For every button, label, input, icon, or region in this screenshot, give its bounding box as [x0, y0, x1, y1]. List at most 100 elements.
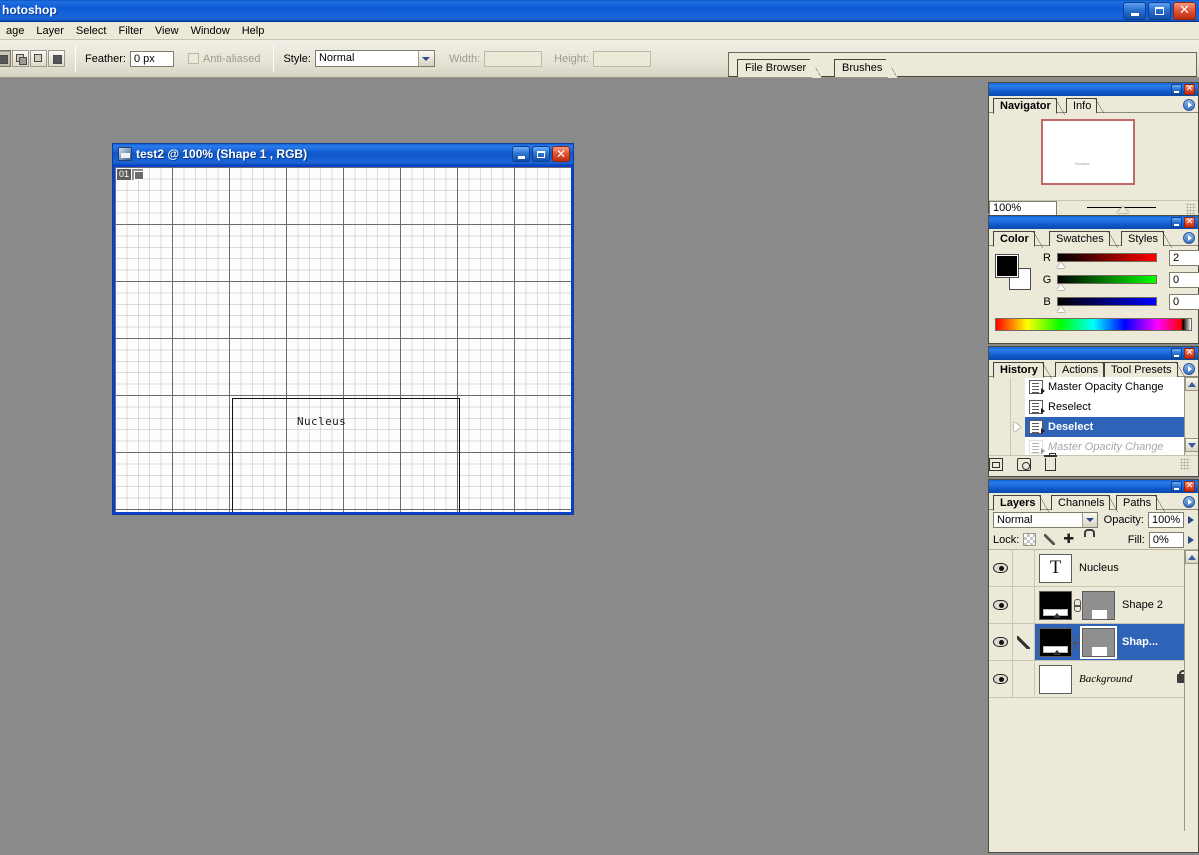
minimize-button[interactable] [1123, 2, 1146, 20]
fill-input[interactable]: 0% [1149, 532, 1184, 548]
scroll-up-icon[interactable] [1185, 377, 1198, 391]
tab-channels[interactable]: Channels [1051, 495, 1110, 510]
layers-list[interactable]: T Nucleus Shape 2 [989, 550, 1198, 831]
channel-g-slider[interactable] [1057, 275, 1157, 284]
navigator-minimize-button[interactable] [1171, 84, 1182, 95]
layer-link-cell[interactable] [1013, 661, 1035, 697]
color-palette-titlebar[interactable]: ✕ [989, 216, 1198, 229]
history-row[interactable]: Master Opacity Change [989, 377, 1198, 397]
vector-mask-thumbnail[interactable] [1082, 591, 1115, 620]
document-minimize-button[interactable] [512, 146, 530, 162]
channel-r-input[interactable]: 2 [1169, 250, 1199, 266]
scroll-down-icon[interactable] [1185, 438, 1198, 452]
history-resize-grip[interactable] [1180, 458, 1190, 470]
subtract-from-selection-button[interactable] [30, 50, 47, 67]
width-input[interactable] [484, 51, 542, 67]
layers-close-button[interactable]: ✕ [1184, 481, 1195, 492]
color-close-button[interactable]: ✕ [1184, 217, 1195, 228]
canvas-surface[interactable]: Nucleus 01 [115, 167, 571, 512]
lock-position-move-icon[interactable]: ✚ [1063, 533, 1076, 546]
history-row-undone[interactable]: Master Opacity Change [989, 437, 1198, 455]
navigator-zoom-slider[interactable] [1083, 201, 1160, 216]
navigator-thumbnail[interactable]: Nucleus [1041, 119, 1135, 185]
new-selection-button[interactable] [0, 50, 11, 67]
tab-styles[interactable]: Styles [1121, 231, 1164, 246]
layer-fill-thumbnail[interactable] [1039, 628, 1072, 657]
layer-visibility-toggle[interactable] [989, 587, 1013, 623]
navigator-zoom-input[interactable]: 100% [989, 201, 1057, 216]
color-minimize-button[interactable] [1171, 217, 1182, 228]
fill-slider-arrow-icon[interactable] [1188, 536, 1194, 544]
layer-row[interactable]: T Nucleus [989, 550, 1198, 587]
intersect-selection-button[interactable] [48, 50, 65, 67]
tab-history[interactable]: History [993, 362, 1044, 378]
menu-item-image[interactable]: age [0, 22, 30, 40]
scroll-up-icon[interactable] [1185, 550, 1198, 564]
navigator-close-button[interactable]: ✕ [1184, 84, 1195, 95]
channel-g-input[interactable]: 0 [1169, 272, 1199, 288]
close-button[interactable]: ✕ [1173, 2, 1196, 20]
layer-fill-thumbnail[interactable] [1039, 591, 1072, 620]
document-close-button[interactable]: ✕ [552, 146, 570, 162]
mask-link-icon[interactable] [1072, 628, 1082, 657]
history-scrollbar[interactable] [1184, 377, 1198, 455]
tab-actions[interactable]: Actions [1055, 362, 1104, 377]
opacity-input[interactable]: 100% [1148, 512, 1184, 528]
new-snapshot-icon[interactable] [1017, 458, 1031, 471]
lock-transparency-icon[interactable] [1023, 533, 1036, 546]
layers-scrollbar[interactable] [1184, 550, 1198, 831]
document-canvas[interactable]: Nucleus 01 [113, 165, 573, 514]
tab-info[interactable]: Info [1066, 98, 1097, 113]
document-titlebar[interactable]: test2 @ 100% (Shape 1 , RGB) ✕ [113, 144, 573, 165]
foreground-color-swatch[interactable] [995, 254, 1019, 278]
tab-layers[interactable]: Layers [993, 495, 1041, 511]
lock-all-padlock-icon[interactable] [1082, 533, 1095, 546]
zoom-in-icon[interactable] [1160, 203, 1186, 215]
zoom-out-icon[interactable] [1057, 203, 1083, 215]
lock-image-brush-icon[interactable] [1043, 533, 1056, 546]
history-palette-menu-icon[interactable] [1183, 363, 1195, 375]
well-tab-file-browser[interactable]: File Browser [737, 59, 813, 77]
height-input[interactable] [593, 51, 651, 67]
text-layer-thumbnail-icon[interactable]: T [1039, 554, 1072, 583]
tab-tool-presets[interactable]: Tool Presets [1104, 362, 1178, 377]
layer-visibility-toggle[interactable] [989, 661, 1013, 697]
layer-visibility-toggle[interactable] [989, 624, 1013, 660]
delete-state-icon[interactable] [1045, 458, 1056, 471]
mask-link-icon[interactable] [1072, 591, 1082, 620]
restore-button[interactable] [1148, 2, 1171, 20]
opacity-slider-arrow-icon[interactable] [1188, 516, 1194, 524]
channel-b-thumb[interactable] [1057, 306, 1065, 312]
background-layer-thumbnail[interactable] [1039, 665, 1072, 694]
menu-item-view[interactable]: View [149, 22, 185, 40]
new-document-from-state-icon[interactable] [989, 458, 1003, 471]
tab-color[interactable]: Color [993, 231, 1035, 247]
color-palette-menu-icon[interactable] [1183, 232, 1195, 244]
navigator-resize-grip[interactable] [1186, 203, 1196, 215]
layer-row-selected[interactable]: Shap... [989, 624, 1198, 661]
layers-minimize-button[interactable] [1171, 481, 1182, 492]
antialiased-checkbox[interactable] [188, 53, 199, 64]
layer-visibility-toggle[interactable] [989, 550, 1013, 586]
layers-palette-menu-icon[interactable] [1183, 496, 1195, 508]
channel-b-input[interactable]: 0 [1169, 294, 1199, 310]
menu-item-window[interactable]: Window [185, 22, 236, 40]
history-state-list[interactable]: Master Opacity Change Reselect Deselect … [989, 377, 1198, 455]
menu-item-help[interactable]: Help [236, 22, 271, 40]
layer-link-cell[interactable] [1013, 587, 1035, 623]
color-spectrum-ramp[interactable] [995, 318, 1192, 331]
layer-row[interactable]: Shape 2 [989, 587, 1198, 624]
well-tab-brushes[interactable]: Brushes [834, 59, 889, 77]
layer-link-cell[interactable] [1013, 550, 1035, 586]
history-row-selected[interactable]: Deselect [989, 417, 1198, 437]
history-row[interactable]: Reselect [989, 397, 1198, 417]
layer-row[interactable]: Background [989, 661, 1198, 698]
add-to-selection-button[interactable] [12, 50, 29, 67]
navigator-palette-menu-icon[interactable] [1183, 99, 1195, 111]
layers-palette-titlebar[interactable]: ✕ [989, 480, 1198, 493]
blend-mode-dropdown[interactable]: Normal [993, 512, 1098, 528]
feather-input[interactable]: 0 px [130, 51, 174, 67]
channel-r-slider[interactable] [1057, 253, 1157, 262]
channel-r-thumb[interactable] [1057, 262, 1065, 268]
navigator-palette-titlebar[interactable]: ✕ [989, 83, 1198, 96]
